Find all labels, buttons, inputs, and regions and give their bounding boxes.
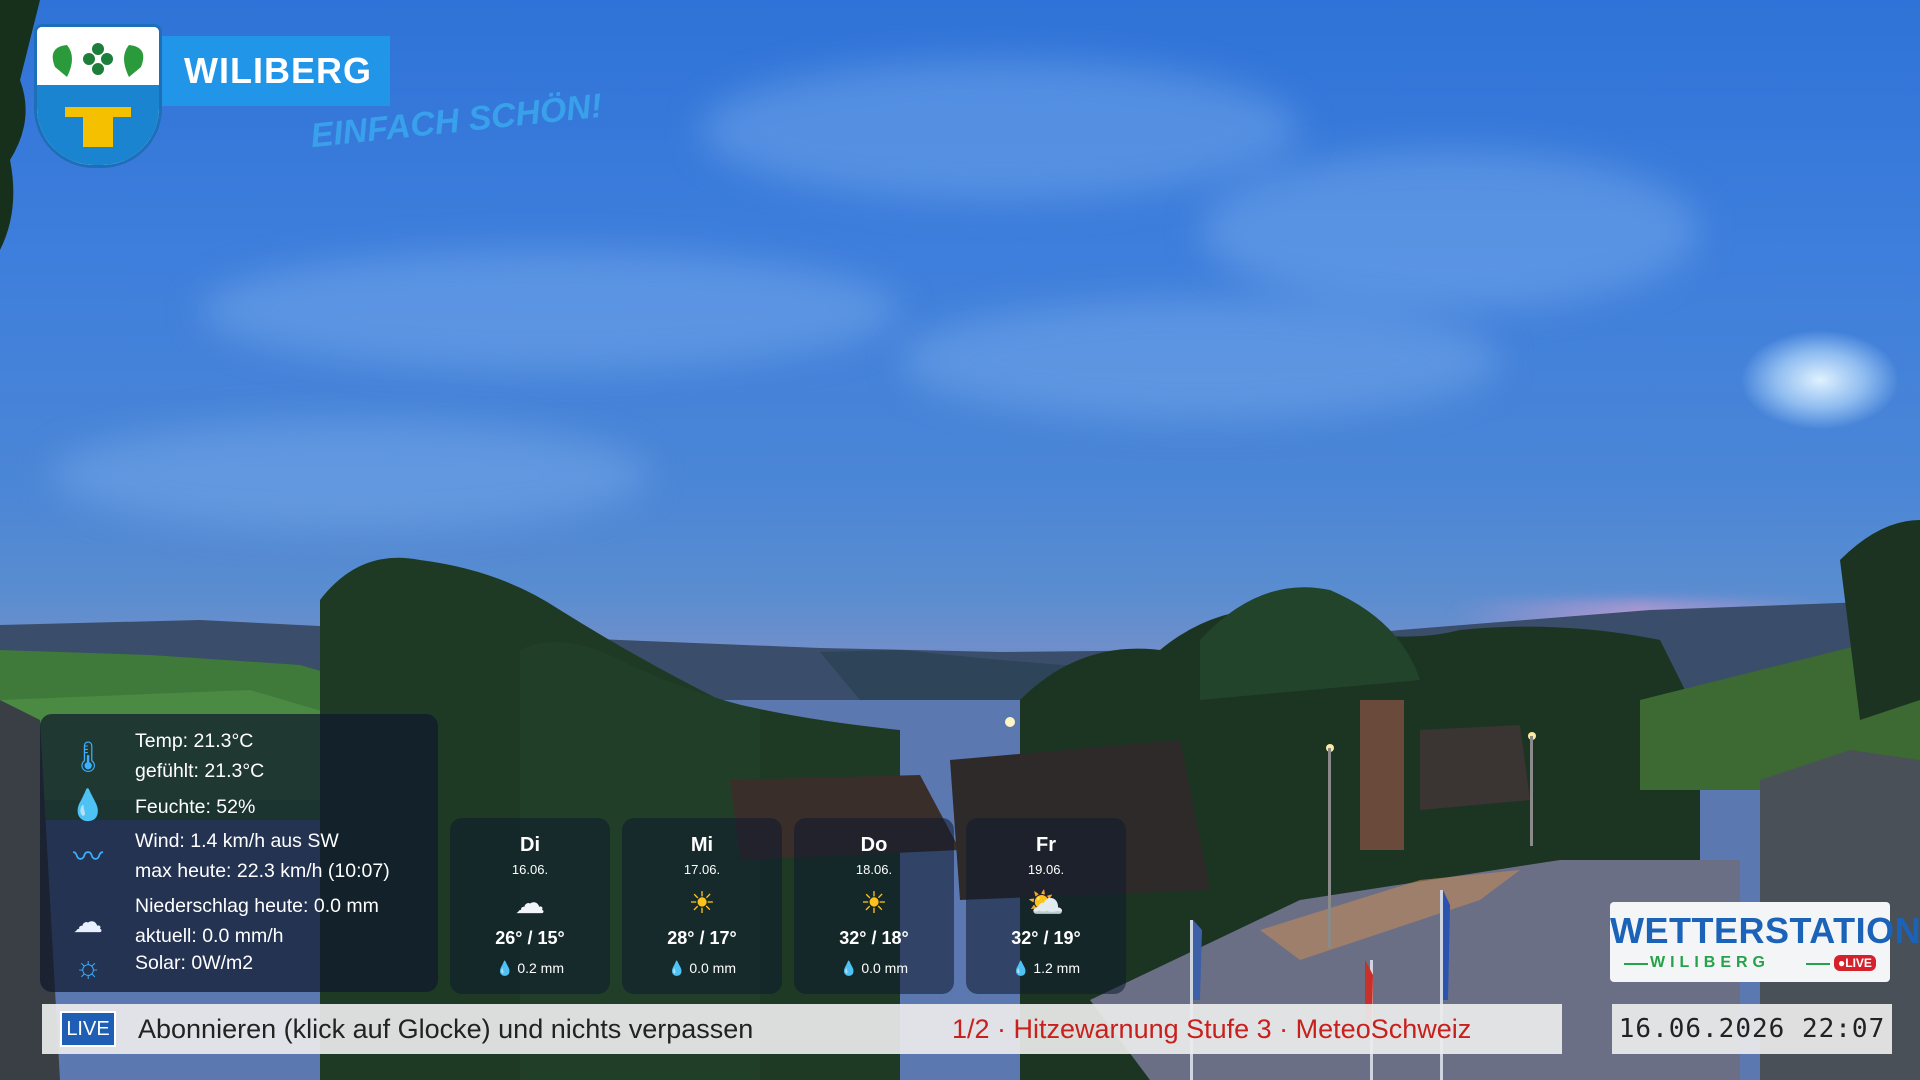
station-title: WETTERSTATION [1610, 910, 1920, 951]
forecast-date: 19.06. [1027, 862, 1065, 877]
forecast-rain: 💧 1.2 mm [966, 960, 1126, 977]
weather-station-badge: WETTERSTATION WILIBERG ●LIVE [1610, 902, 1920, 982]
wind-max-value: max heute: 22.3 km/h (10:07) [135, 860, 390, 882]
live-indicator: LIVE [60, 1011, 116, 1047]
feels-like-value: gefühlt: 21.3°C [135, 760, 265, 782]
forecast-date: 17.06. [683, 862, 721, 877]
solar-value: Solar: 0W/m2 [135, 952, 254, 974]
divider [1624, 963, 1648, 965]
forecast-rain: 💧 0.2 mm [450, 960, 610, 977]
forecast-day: Di 16.06. ☁ 26° / 15° 💧 0.2 mm [450, 818, 610, 994]
forecast-weekday: Di [520, 834, 540, 856]
drop-icon: 💧 [495, 960, 514, 976]
wind-value: Wind: 1.4 km/h aus SW [135, 830, 339, 852]
thermometer-icon: 🌡 [68, 741, 108, 774]
news-ticker: LIVE Abonnieren (klick auf Glocke) und n… [42, 1004, 1562, 1054]
station-subtitle: WILIBERG [1650, 954, 1770, 971]
forecast-date: 16.06. [511, 862, 549, 877]
sun-outline-icon: ☼ [74, 951, 102, 984]
humidity-drop-icon: 💧 [69, 789, 107, 822]
drop-icon: 💧 [839, 960, 858, 976]
forecast-weekday: Fr [1036, 834, 1056, 856]
forecast-temp: 32° / 18° [839, 928, 909, 948]
forecast-day: Fr 19.06. ⛅ 32° / 19° 💧 1.2 mm [966, 818, 1126, 994]
subscribe-message: Abonnieren (klick auf Glocke) und nichts… [138, 1014, 754, 1044]
rain-now-value: aktuell: 0.0 mm/h [135, 925, 284, 947]
wind-icon: 〰 [73, 841, 103, 874]
divider [1806, 963, 1830, 965]
date-time: 16.06.2026 22:07 [1612, 1004, 1892, 1054]
weather-panel: 🌡 Temp: 21.3°C gefühlt: 21.3°C 💧 Feuchte… [40, 714, 438, 992]
sun-cloud-icon: ⛅ [1027, 887, 1065, 920]
sun-icon: ☀ [688, 887, 716, 920]
forecast-weekday: Do [860, 834, 888, 856]
coat-of-arms-icon [34, 24, 162, 168]
forecast-temp: 26° / 15° [495, 928, 565, 948]
forecast-rain: 💧 0.0 mm [794, 960, 954, 977]
drop-icon: 💧 [667, 960, 686, 976]
forecast-day: Mi 17.06. ☀ 28° / 17° 💧 0.0 mm [622, 818, 782, 994]
forecast-day: Do 18.06. ☀ 32° / 18° 💧 0.0 mm [794, 818, 954, 994]
forecast-date: 18.06. [855, 862, 893, 877]
heat-warning: 1/2 · Hitzewarnung Stufe 3 · MeteoSchwei… [952, 1014, 1472, 1044]
forecast-rain-value: 0.0 mm [689, 960, 736, 976]
rain-today-value: Niederschlag heute: 0.0 mm [135, 895, 379, 917]
forecast-weekday: Mi [690, 834, 714, 856]
drop-icon: 💧 [1011, 960, 1030, 976]
cloud-icon: ☁ [515, 887, 545, 920]
forecast-rain-value: 0.0 mm [861, 960, 908, 976]
humidity-value: Feuchte: 52% [135, 796, 256, 818]
sun-icon: ☀ [860, 887, 888, 920]
rain-cloud-icon: ☁ [73, 906, 103, 939]
forecast-rain-value: 1.2 mm [1033, 960, 1080, 976]
forecast-rain: 💧 0.0 mm [622, 960, 782, 977]
forecast-rain-value: 0.2 mm [517, 960, 564, 976]
temperature-value: Temp: 21.3°C [135, 730, 254, 752]
brand-name: WILIBERG [162, 36, 390, 106]
forecast-temp: 32° / 19° [1011, 928, 1081, 948]
forecast-temp: 28° / 17° [667, 928, 737, 948]
live-badge: ●LIVE [1834, 955, 1876, 971]
